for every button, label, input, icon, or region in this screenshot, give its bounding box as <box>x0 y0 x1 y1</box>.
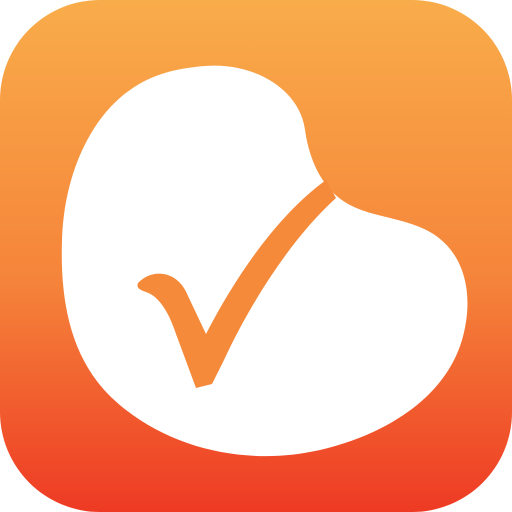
app-icon[interactable] <box>0 0 512 512</box>
bean-checkmark-icon <box>0 0 512 512</box>
